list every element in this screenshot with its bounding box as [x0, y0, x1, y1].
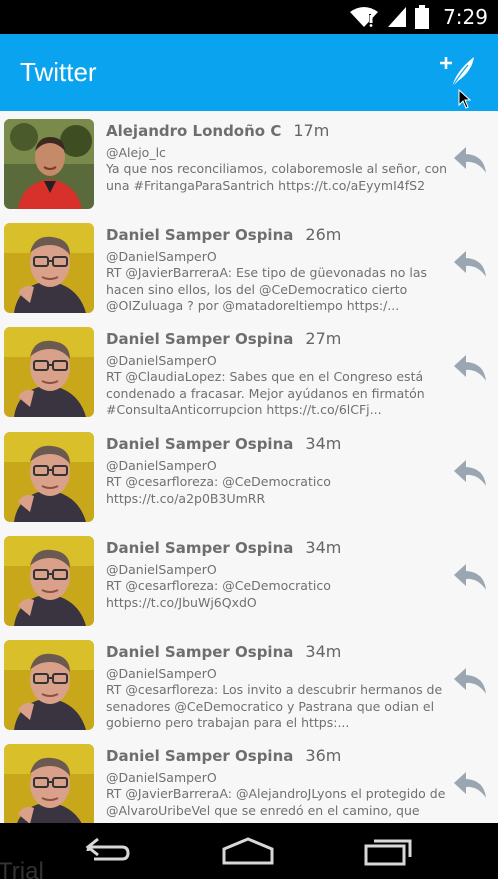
tweet-header: Daniel Samper Ospina 34m: [106, 434, 452, 453]
tweet-handle: @DanielSamperO: [106, 353, 217, 368]
status-time: 7:29: [443, 5, 488, 29]
tweet-time: 34m: [305, 434, 342, 453]
reply-icon: [452, 772, 488, 804]
reply-button[interactable]: [452, 562, 488, 592]
tweet-text: RT @cesarfloreza: @CeDemocratico https:/…: [106, 474, 331, 506]
reply-button[interactable]: [452, 249, 488, 279]
tweet-header: Daniel Samper Ospina 34m: [106, 642, 452, 661]
wifi-icon: [349, 6, 379, 28]
tweet-row[interactable]: Daniel Samper Ospina 36m @DanielSamperO …: [0, 736, 498, 823]
tweet-handle: @DanielSamperO: [106, 249, 217, 264]
tweet-body: Daniel Samper Ospina 36m @DanielSamperO …: [106, 746, 452, 819]
avatar[interactable]: [4, 119, 94, 209]
tweet-handle: @Alejo_lc: [106, 145, 166, 160]
reply-icon: [452, 564, 488, 596]
tweet-author-name: Daniel Samper Ospina: [106, 643, 294, 661]
tweet-time: 26m: [305, 225, 342, 244]
tweet-row[interactable]: Daniel Samper Ospina 34m @DanielSamperO …: [0, 632, 498, 736]
tweet-text: RT @JavierBarreraA: Ese tipo de güevonad…: [106, 265, 428, 313]
tweet-time: 36m: [305, 746, 342, 765]
app-title: Twitter: [20, 57, 97, 87]
tweet-time: 34m: [305, 642, 342, 661]
battery-icon: [415, 5, 430, 29]
compose-tweet-button[interactable]: [434, 45, 482, 109]
home-icon[interactable]: [222, 837, 274, 871]
avatar[interactable]: [4, 536, 94, 626]
recents-icon[interactable]: [364, 837, 414, 871]
tweet-author-name: Alejandro Londoño C: [106, 122, 282, 140]
avatar[interactable]: [4, 223, 94, 313]
tweet-text: Ya que nos reconciliamos, colaboremosle …: [106, 161, 448, 193]
tweet-header: Alejandro Londoño C 17m: [106, 121, 452, 140]
navigation-bar: [0, 823, 498, 879]
tweet-handle: @DanielSamperO: [106, 458, 217, 473]
status-bar: 7:29: [0, 0, 498, 34]
tweet-author-name: Daniel Samper Ospina: [106, 435, 294, 453]
tweet-author-name: Daniel Samper Ospina: [106, 226, 294, 244]
tweet-row[interactable]: Daniel Samper Ospina 27m @DanielSamperO …: [0, 319, 498, 423]
tweet-handle: @DanielSamperO: [106, 666, 217, 681]
tweet-row[interactable]: Alejandro Londoño C 17m @Alejo_lc Ya que…: [0, 111, 498, 215]
tweet-body: Daniel Samper Ospina 26m @DanielSamperO …: [106, 225, 452, 315]
tweet-text: RT @cesarfloreza: @CeDemocratico https:/…: [106, 578, 331, 610]
tweet-body: Alejandro Londoño C 17m @Alejo_lc Ya que…: [106, 121, 452, 194]
reply-icon: [452, 147, 488, 179]
avatar[interactable]: [4, 640, 94, 730]
tweet-author-name: Daniel Samper Ospina: [106, 747, 294, 765]
reply-button[interactable]: [452, 353, 488, 383]
reply-icon: [452, 460, 488, 492]
tweet-handle: @DanielSamperO: [106, 562, 217, 577]
reply-button[interactable]: [452, 666, 488, 696]
tweet-body: Daniel Samper Ospina 34m @DanielSamperO …: [106, 642, 452, 732]
reply-icon: [452, 251, 488, 283]
tweet-time: 27m: [305, 329, 342, 348]
reply-button[interactable]: [452, 770, 488, 800]
back-icon[interactable]: [84, 837, 132, 871]
tweet-author-name: Daniel Samper Ospina: [106, 539, 294, 557]
tweet-header: Daniel Samper Ospina 26m: [106, 225, 452, 244]
tweet-row[interactable]: Daniel Samper Ospina 34m @DanielSamperO …: [0, 528, 498, 632]
tweet-header: Daniel Samper Ospina 27m: [106, 329, 452, 348]
tweet-time: 17m: [293, 121, 330, 140]
avatar[interactable]: [4, 744, 94, 823]
tweet-text: RT @cesarfloreza: Los invito a descubrir…: [106, 682, 443, 730]
tweet-author-name: Daniel Samper Ospina: [106, 330, 294, 348]
reply-button[interactable]: [452, 145, 488, 175]
tweet-header: Daniel Samper Ospina 36m: [106, 746, 452, 765]
reply-icon: [452, 355, 488, 387]
tweet-body: Daniel Samper Ospina 27m @DanielSamperO …: [106, 329, 452, 419]
tweet-text: RT @JavierBarreraA: @AlejandroJLyons el …: [106, 786, 446, 818]
trial-watermark: Trial: [0, 858, 44, 879]
tweet-header: Daniel Samper Ospina 34m: [106, 538, 452, 557]
mouse-cursor-icon: [458, 88, 472, 113]
tweet-row[interactable]: Daniel Samper Ospina 34m @DanielSamperO …: [0, 424, 498, 528]
tweet-body: Daniel Samper Ospina 34m @DanielSamperO …: [106, 538, 452, 611]
signal-icon: [387, 6, 407, 28]
avatar[interactable]: [4, 327, 94, 417]
reply-button[interactable]: [452, 458, 488, 488]
tweet-time: 34m: [305, 538, 342, 557]
app-bar: Twitter: [0, 34, 498, 111]
reply-icon: [452, 668, 488, 700]
tweet-handle: @DanielSamperO: [106, 770, 217, 785]
tweet-row[interactable]: Daniel Samper Ospina 26m @DanielSamperO …: [0, 215, 498, 319]
avatar[interactable]: [4, 432, 94, 522]
tweet-body: Daniel Samper Ospina 34m @DanielSamperO …: [106, 434, 452, 507]
tweet-text: RT @ClaudiaLopez: Sabes que en el Congre…: [106, 369, 425, 417]
tweet-feed[interactable]: Alejandro Londoño C 17m @Alejo_lc Ya que…: [0, 111, 498, 823]
